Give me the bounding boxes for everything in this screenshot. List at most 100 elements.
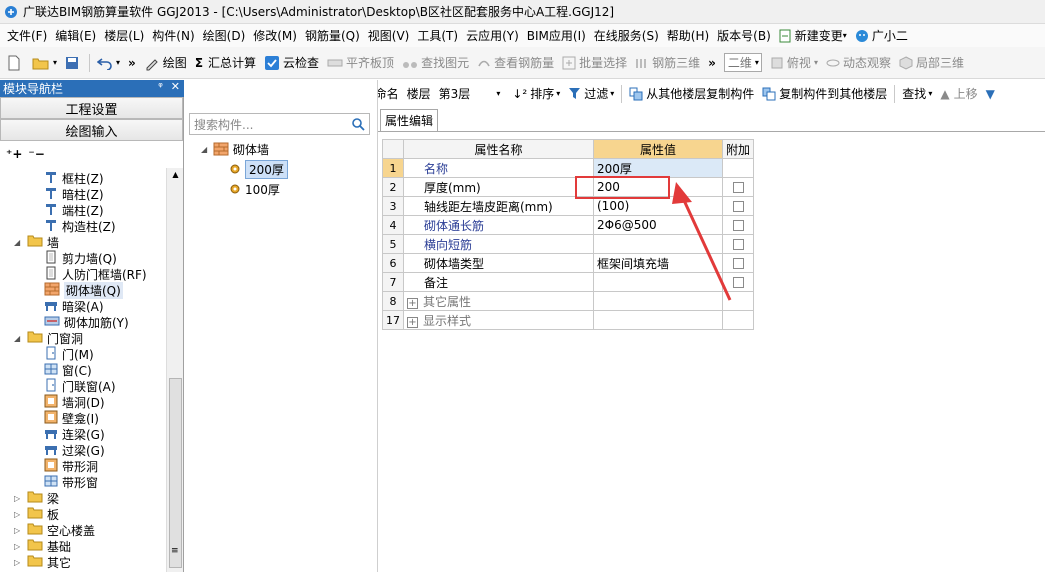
extra-checkbox-cell[interactable]: [721, 158, 755, 178]
tree-item-19[interactable]: 带形窗: [44, 474, 98, 490]
menu-item-6[interactable]: 钢筋量(Q): [302, 25, 365, 47]
menu-item-14[interactable]: 新建变更 ▾: [776, 25, 852, 47]
tree-item-20[interactable]: ▷ 梁: [14, 490, 59, 506]
menu-item-12[interactable]: 帮助(H): [664, 25, 714, 47]
batch-select-button[interactable]: 批量选择: [558, 52, 631, 74]
property-row[interactable]: 1 名称 200厚: [382, 158, 755, 178]
menu-item-13[interactable]: 版本号(B): [714, 25, 776, 47]
menu-item-4[interactable]: 绘图(D): [200, 25, 251, 47]
expand-all-icon[interactable]: ⁺+: [6, 147, 22, 161]
tree-item-13[interactable]: 门联窗(A): [44, 378, 116, 394]
move-up-button[interactable]: ▲ 上移: [936, 83, 981, 105]
save-button[interactable]: [61, 52, 86, 74]
tree-item-4[interactable]: ◢ 墙: [14, 234, 59, 250]
door-icon: [44, 346, 62, 363]
sum-calc-button[interactable]: Σ 汇总计算: [191, 52, 260, 74]
tree-item-1[interactable]: 暗柱(Z): [44, 186, 104, 202]
nav-scrollbar[interactable]: ▲ ≡: [166, 168, 183, 572]
sort-button[interactable]: ↓² 排序 ▾: [508, 83, 564, 105]
tab-property-edit[interactable]: 属性编辑: [380, 109, 438, 131]
tree-item-16[interactable]: 连梁(G): [44, 426, 105, 442]
menu-item-11[interactable]: 在线服务(S): [591, 25, 664, 47]
collapse-all-icon[interactable]: ⁻−: [28, 147, 44, 161]
tree-item-5[interactable]: 剪力墙(Q): [44, 250, 117, 266]
property-group-cell[interactable]: + 显示样式: [403, 310, 594, 330]
tree-item-21[interactable]: ▷ 板: [14, 506, 59, 522]
menu-item-2[interactable]: 楼层(L): [101, 25, 149, 47]
toolbar-overflow-chevron[interactable]: »: [124, 52, 140, 74]
property-group-cell[interactable]: + 其它属性: [403, 291, 594, 311]
menu-item-9[interactable]: 云应用(Y): [463, 25, 524, 47]
tree-item-3[interactable]: 构造柱(Z): [44, 218, 116, 234]
menu-item-15[interactable]: 广小二: [852, 25, 913, 47]
property-value-cell[interactable]: [593, 310, 723, 330]
toolbar-overflow-chevron-2[interactable]: »: [704, 52, 720, 74]
drawing-input-button[interactable]: 绘图输入: [0, 119, 183, 141]
component-root-masonry-wall[interactable]: ◢ 砌体墙: [201, 140, 269, 158]
menu-item-0[interactable]: 文件(F): [4, 25, 52, 47]
view-mode-select[interactable]: 二维 ▾: [723, 53, 762, 72]
tree-item-18[interactable]: 带形洞: [44, 458, 98, 474]
new-file-button[interactable]: [3, 52, 28, 74]
filter-button[interactable]: 过滤 ▾: [564, 83, 618, 105]
draw-button[interactable]: 绘图: [140, 52, 191, 74]
move-down-button[interactable]: ▼: [982, 83, 999, 105]
tree-item-7[interactable]: 砌体墙(Q): [44, 281, 123, 299]
local-3d-button[interactable]: 局部三维: [895, 52, 968, 74]
menu-item-8[interactable]: 工具(T): [414, 25, 463, 47]
property-extra-header: 附加: [721, 139, 755, 159]
menu-item-7[interactable]: 视图(V): [365, 25, 415, 47]
property-row[interactable]: 17 + 显示样式: [382, 310, 755, 330]
tree-item-6[interactable]: 人防门框墙(RF): [44, 266, 147, 282]
find-element-button[interactable]: 查找图元: [398, 52, 473, 74]
tree-item-22[interactable]: ▷ 空心楼盖: [14, 522, 95, 538]
expand-icon: ▷: [14, 557, 21, 567]
tree-item-12[interactable]: 窗(C): [44, 362, 92, 378]
flat-slab-button[interactable]: 平齐板顶: [323, 52, 398, 74]
component-item-200[interactable]: 200厚: [229, 159, 288, 179]
undo-button[interactable]: ▾: [93, 52, 124, 74]
project-settings-button[interactable]: 工程设置: [0, 97, 183, 119]
open-file-button[interactable]: ▾: [28, 52, 61, 74]
top-view-button[interactable]: 俯视 ▾: [766, 52, 822, 74]
property-name-cell: 轴线距左墙皮距离(mm): [403, 196, 594, 216]
tree-item-2[interactable]: 端柱(Z): [44, 202, 104, 218]
scroll-up-icon: ▲: [172, 170, 179, 179]
menu-item-3[interactable]: 构件(N): [149, 25, 199, 47]
view-rebar-button[interactable]: 查看钢筋量: [473, 52, 558, 74]
tree-item-10[interactable]: ◢ 门窗洞: [14, 330, 83, 346]
copy-to-other-floor-button[interactable]: 复制构件到其他楼层: [758, 83, 891, 105]
menu-item-1[interactable]: 编辑(E): [52, 25, 101, 47]
search-icon[interactable]: [351, 117, 365, 134]
close-icon[interactable]: ✕: [171, 80, 180, 93]
menu-item-10[interactable]: BIM应用(I): [524, 25, 591, 47]
menu-item-5[interactable]: 修改(M): [250, 25, 302, 47]
tree-item-17[interactable]: 过梁(G): [44, 442, 105, 458]
tree-item-24[interactable]: ▷ 其它: [14, 554, 71, 570]
tree-item-23[interactable]: ▷ 基础: [14, 538, 71, 554]
find-button[interactable]: 查找 ▾: [898, 83, 936, 105]
component-search-input[interactable]: 搜索构件...: [189, 113, 370, 135]
row-number: 17: [382, 310, 404, 330]
assistant-icon: [855, 29, 868, 42]
tree-item-8[interactable]: 暗梁(A): [44, 298, 104, 314]
dynamic-view-button[interactable]: 动态观察: [822, 52, 895, 74]
slab-icon: [327, 59, 343, 66]
wall-icon: [44, 266, 62, 283]
annotation-highlight-box: [575, 176, 670, 199]
pin-icon[interactable]: ᵠ: [158, 80, 163, 93]
cloud-check-button[interactable]: 云检查: [260, 52, 323, 74]
tree-item-11[interactable]: 门(M): [44, 346, 94, 362]
row-number: 5: [382, 234, 404, 254]
copy-from-other-floor-button[interactable]: 从其他楼层复制构件: [625, 83, 758, 105]
floor-select[interactable]: 第3层 ▾: [435, 83, 509, 105]
tree-item-14[interactable]: 墙洞(D): [44, 394, 105, 410]
extra-checkbox-cell[interactable]: [721, 310, 755, 330]
rebar-3d-button[interactable]: 钢筋三维: [631, 52, 704, 74]
property-value-cell[interactable]: 200厚: [593, 158, 723, 178]
tree-item-9[interactable]: 砌体加筋(Y): [44, 314, 129, 330]
tree-item-0[interactable]: 框柱(Z): [44, 170, 104, 186]
tree-item-15[interactable]: 壁龛(I): [44, 410, 99, 426]
column-icon: [44, 170, 62, 187]
component-item-100[interactable]: 100厚: [229, 180, 280, 198]
